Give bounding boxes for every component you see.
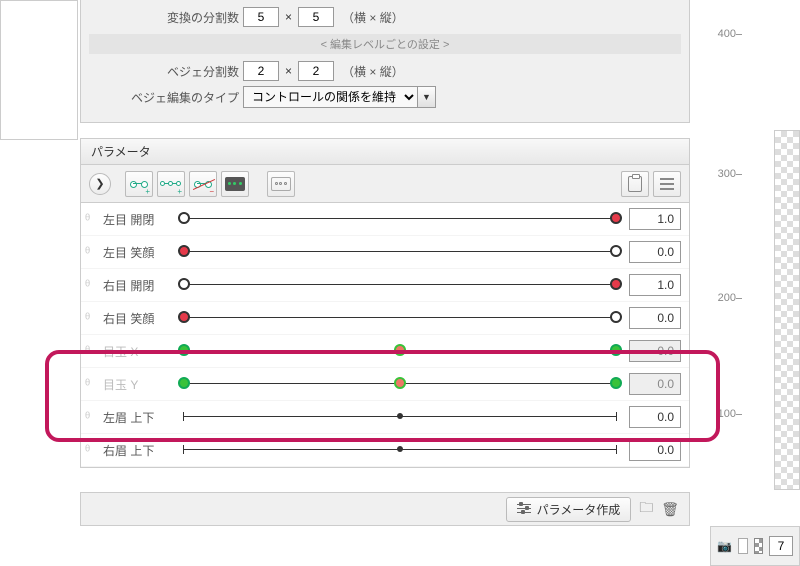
bezier-type-label: ベジェ編集のタイプ bbox=[129, 89, 239, 106]
link-icon[interactable]: ᶿ bbox=[85, 211, 103, 227]
parameter-name: 右眉 上下 bbox=[103, 442, 171, 459]
canvas-bottom-tools: 📷 bbox=[710, 526, 800, 566]
parameter-panel-title: パラメータ bbox=[81, 139, 689, 165]
bezier-type-select[interactable]: コントロールの関係を維持 ▼ bbox=[243, 86, 436, 108]
x-separator: × bbox=[283, 64, 294, 78]
divisions-width-input[interactable] bbox=[243, 7, 279, 27]
link-icon[interactable]: ᶿ bbox=[85, 244, 103, 260]
parameter-value-input[interactable]: 0.0 bbox=[629, 340, 681, 362]
parameter-value-input[interactable]: 0.0 bbox=[629, 439, 681, 461]
divisions-label: 変換の分割数 bbox=[149, 9, 239, 26]
ruler-tick bbox=[736, 174, 742, 175]
sliders-icon bbox=[517, 503, 531, 515]
link-icon[interactable]: ᶿ bbox=[85, 376, 103, 392]
expand-button[interactable]: ❯ bbox=[89, 173, 111, 195]
clipboard-icon bbox=[628, 176, 642, 192]
dropdown-arrow-icon[interactable]: ▼ bbox=[418, 86, 436, 108]
key-display-mode-button[interactable] bbox=[221, 171, 249, 197]
parameter-name: 右目 笑顔 bbox=[103, 310, 171, 327]
ruler-tick bbox=[736, 34, 742, 35]
parameter-row: ᶿ 目玉 Y 0.0 bbox=[81, 368, 689, 401]
parameter-slider[interactable] bbox=[177, 308, 623, 328]
parameter-panel: パラメータ ❯ + + − ᶿ 左目 開閉 1.0 ᶿ 左目 笑顔 0.0 ᶿ bbox=[80, 138, 690, 468]
link-icon[interactable]: ᶿ bbox=[85, 277, 103, 293]
link-icon[interactable]: ᶿ bbox=[85, 409, 103, 425]
create-parameter-button[interactable]: パラメータ作成 bbox=[506, 497, 632, 522]
zoom-value-input[interactable] bbox=[769, 536, 793, 556]
parameter-value-input[interactable]: 0.0 bbox=[629, 406, 681, 428]
parameter-row: ᶿ 左目 開閉 1.0 bbox=[81, 203, 689, 236]
parameter-name: 左目 開閉 bbox=[103, 211, 171, 228]
ruler-tick bbox=[736, 414, 742, 415]
parameter-slider[interactable] bbox=[177, 242, 623, 262]
parameter-name: 右目 開閉 bbox=[103, 277, 171, 294]
link-icon[interactable]: ᶿ bbox=[85, 310, 103, 326]
folder-icon[interactable]: 🗀 bbox=[639, 497, 653, 521]
bezier-divisions-label: ベジェ分割数 bbox=[149, 63, 239, 80]
bezier-height-input[interactable] bbox=[298, 61, 334, 81]
ruler-label: 100 bbox=[718, 408, 736, 420]
parameter-value-input[interactable]: 0.0 bbox=[629, 241, 681, 263]
parameter-slider[interactable] bbox=[177, 275, 623, 295]
hamburger-icon bbox=[660, 178, 674, 190]
parameter-name: 目玉 Y bbox=[103, 376, 171, 393]
x-separator: × bbox=[283, 10, 294, 24]
canvas-checker bbox=[774, 130, 800, 490]
deform-settings-panel: 変換の分割数 × （横 × 縦） < 編集レベルごとの設定 > ベジェ分割数 ×… bbox=[80, 0, 690, 123]
parameter-footer: パラメータ作成 🗀 🗑 bbox=[80, 492, 690, 526]
ruler-tick bbox=[736, 298, 742, 299]
trash-icon[interactable]: 🗑 bbox=[661, 501, 679, 518]
parameter-slider[interactable] bbox=[177, 407, 623, 427]
parameter-name: 左目 笑顔 bbox=[103, 244, 171, 261]
ruler-label: 400 bbox=[718, 28, 736, 40]
parameter-slider[interactable] bbox=[177, 440, 623, 460]
parameter-name: 目玉 X bbox=[103, 343, 171, 360]
parameter-row: ᶿ 左眉 上下 0.0 bbox=[81, 401, 689, 434]
divisions-height-input[interactable] bbox=[298, 7, 334, 27]
parameter-row: ᶿ 左目 笑顔 0.0 bbox=[81, 236, 689, 269]
link-icon[interactable]: ᶿ bbox=[85, 343, 103, 359]
parameter-name: 左眉 上下 bbox=[103, 409, 171, 426]
canvas-ruler: 400 300 200 100 📷 bbox=[710, 0, 800, 566]
ruler-label: 200 bbox=[718, 292, 736, 304]
edit-level-section-header: < 編集レベルごとの設定 > bbox=[89, 34, 681, 54]
divisions-suffix: （横 × 縦） bbox=[338, 9, 404, 26]
ruler-label: 300 bbox=[718, 168, 736, 180]
clipboard-button[interactable] bbox=[621, 171, 649, 197]
parameter-slider[interactable] bbox=[177, 341, 623, 361]
bezier-width-input[interactable] bbox=[243, 61, 279, 81]
rect-icon[interactable] bbox=[738, 538, 748, 554]
add-2key-button[interactable]: + bbox=[125, 171, 153, 197]
parameter-list: ᶿ 左目 開閉 1.0 ᶿ 左目 笑顔 0.0 ᶿ 右目 開閉 1.0 ᶿ 右目… bbox=[81, 203, 689, 467]
key-edit-mode-button[interactable] bbox=[267, 171, 295, 197]
parameter-slider[interactable] bbox=[177, 209, 623, 229]
parameter-row: ᶿ 右目 開閉 1.0 bbox=[81, 269, 689, 302]
parameter-row: ᶿ 目玉 X 0.0 bbox=[81, 335, 689, 368]
parameter-value-input[interactable]: 0.0 bbox=[629, 307, 681, 329]
left-sidebar bbox=[0, 0, 78, 140]
parameter-value-input[interactable]: 0.0 bbox=[629, 373, 681, 395]
parameter-slider[interactable] bbox=[177, 374, 623, 394]
remove-key-button[interactable]: − bbox=[189, 171, 217, 197]
link-icon[interactable]: ᶿ bbox=[85, 442, 103, 458]
parameter-row: ᶿ 右眉 上下 0.0 bbox=[81, 434, 689, 467]
checker-toggle-icon[interactable] bbox=[754, 538, 763, 554]
parameter-value-input[interactable]: 1.0 bbox=[629, 274, 681, 296]
parameter-toolbar: ❯ + + − bbox=[81, 165, 689, 203]
bezier-suffix: （横 × 縦） bbox=[338, 63, 404, 80]
menu-button[interactable] bbox=[653, 171, 681, 197]
add-3key-button[interactable]: + bbox=[157, 171, 185, 197]
parameter-row: ᶿ 右目 笑顔 0.0 bbox=[81, 302, 689, 335]
parameter-value-input[interactable]: 1.0 bbox=[629, 208, 681, 230]
camera-icon[interactable]: 📷 bbox=[717, 539, 732, 553]
